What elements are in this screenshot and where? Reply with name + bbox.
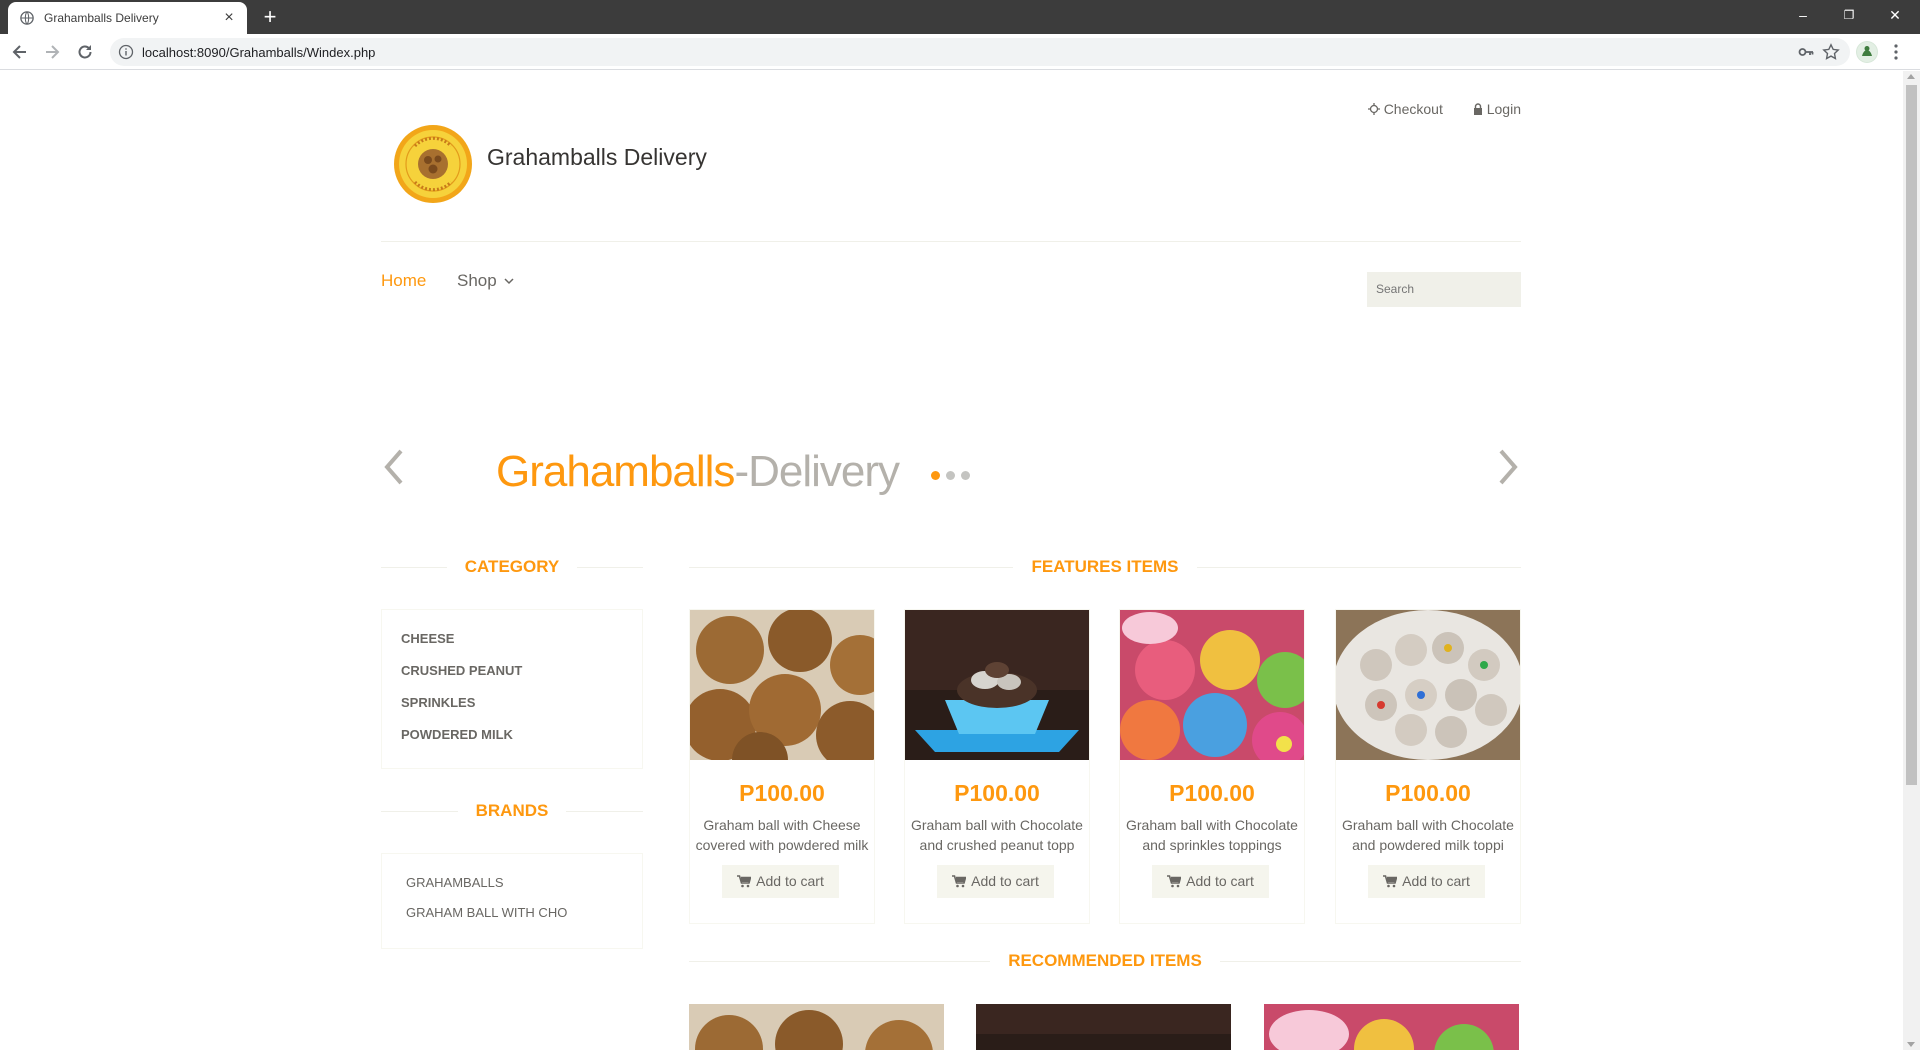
slider-next-icon[interactable] — [1497, 447, 1521, 487]
new-tab-button[interactable]: + — [258, 4, 282, 30]
bookmark-star-icon[interactable] — [1822, 43, 1840, 61]
shopping-cart-icon — [1383, 875, 1398, 888]
chevron-down-icon — [504, 278, 514, 285]
product-name: Graham ball with Chocolate and crushed p… — [911, 817, 1083, 853]
tab-close-icon[interactable]: × — [219, 8, 239, 28]
brands-heading: BRANDS — [381, 801, 643, 821]
slider-indicators — [931, 467, 976, 485]
site-logo[interactable] — [393, 124, 473, 204]
recommended-heading-text: RECOMMENDED ITEMS — [990, 951, 1220, 970]
add-to-cart-label: Add to cart — [1402, 873, 1470, 889]
recommended-heading: RECOMMENDED ITEMS — [689, 951, 1521, 971]
product-image[interactable] — [690, 610, 874, 760]
product-name: Graham ball with Chocolate and powdered … — [1342, 817, 1514, 853]
product-image[interactable] — [905, 610, 1089, 760]
category-item[interactable]: SPRINKLES — [401, 695, 475, 710]
category-heading: CATEGORY — [381, 557, 643, 577]
browser-tab[interactable]: Grahamballs Delivery × — [8, 2, 247, 34]
add-to-cart-label: Add to cart — [971, 873, 1039, 889]
product-card: P100.00 Graham ball with Chocolate and s… — [1119, 609, 1305, 924]
nav-shop-label: Shop — [457, 271, 497, 290]
crosshairs-icon — [1367, 103, 1380, 115]
product-name: Graham ball with Cheese covered with pow… — [695, 817, 869, 853]
nav-shop-dropdown[interactable]: Shop — [457, 271, 514, 291]
reload-icon[interactable] — [75, 42, 95, 62]
features-heading-text: FEATURES ITEMS — [1013, 557, 1197, 576]
brand-item[interactable]: GRAHAMBALLS — [406, 875, 504, 890]
profile-icon — [1857, 42, 1877, 62]
lock-icon — [1473, 103, 1482, 115]
page-container: Checkout Login Grahamballs Delivery Home… — [381, 71, 1521, 1050]
slider-headline: Grahamballs-Delivery — [496, 447, 900, 497]
search-input[interactable] — [1367, 272, 1521, 307]
minimize-button[interactable]: – — [1780, 0, 1826, 30]
browser-tab-strip: Grahamballs Delivery × + – ❐ ✕ — [0, 0, 1920, 34]
checkout-label: Checkout — [1383, 101, 1443, 117]
info-icon[interactable] — [118, 44, 134, 60]
restore-button[interactable]: ❐ — [1826, 0, 1872, 30]
add-to-cart-label: Add to cart — [1186, 873, 1254, 889]
forward-arrow-icon[interactable] — [42, 42, 62, 62]
product-card: P100.00 Graham ball with Chocolate and c… — [904, 609, 1090, 924]
product-price: P100.00 — [739, 780, 825, 806]
recommended-product-image[interactable] — [1264, 1004, 1519, 1050]
scrollbar-thumb[interactable] — [1906, 85, 1917, 785]
page-viewport: Checkout Login Grahamballs Delivery Home… — [0, 71, 1903, 1050]
browser-toolbar: localhost:8090/Grahamballs/Windex.php — [0, 34, 1920, 70]
page-scrollbar[interactable] — [1903, 71, 1920, 1050]
brand-item[interactable]: GRAHAM BALL WITH CHO — [406, 905, 567, 920]
shopping-cart-icon — [737, 875, 752, 888]
browser-menu-icon[interactable] — [1892, 42, 1900, 62]
back-arrow-icon[interactable] — [10, 42, 30, 62]
product-card: P100.00 Graham ball with Cheese covered … — [689, 609, 875, 924]
shopping-cart-icon — [952, 875, 967, 888]
product-price: P100.00 — [1385, 780, 1471, 806]
tab-title: Grahamballs Delivery — [44, 11, 159, 25]
slider-dot-1[interactable] — [931, 471, 940, 480]
add-to-cart-button[interactable]: Add to cart — [1152, 865, 1269, 898]
slider-dot-3[interactable] — [961, 471, 970, 480]
url-text[interactable]: localhost:8090/Grahamballs/Windex.php — [142, 45, 375, 60]
checkout-link[interactable]: Checkout — [1367, 101, 1447, 117]
address-bar[interactable]: localhost:8090/Grahamballs/Windex.php — [110, 38, 1850, 66]
category-panel: CHEESE CRUSHED PEANUT SPRINKLES POWDERED… — [381, 609, 643, 769]
category-heading-text: CATEGORY — [446, 557, 578, 576]
nav-home-link[interactable]: Home — [381, 271, 426, 291]
product-price: P100.00 — [954, 780, 1040, 806]
add-to-cart-button[interactable]: Add to cart — [937, 865, 1054, 898]
globe-icon — [20, 11, 34, 25]
category-item[interactable]: CRUSHED PEANUT — [401, 663, 522, 678]
slider-prev-icon[interactable] — [381, 447, 405, 487]
site-title[interactable]: Grahamballs Delivery — [487, 144, 707, 171]
add-to-cart-button[interactable]: Add to cart — [722, 865, 839, 898]
header-links: Checkout Login — [1342, 101, 1521, 117]
window-close-button[interactable]: ✕ — [1872, 0, 1918, 30]
product-card: P100.00 Graham ball with Chocolate and p… — [1335, 609, 1521, 924]
product-image[interactable] — [1336, 610, 1520, 760]
add-to-cart-label: Add to cart — [756, 873, 824, 889]
slider-headline-part2: -Delivery — [734, 447, 900, 496]
brands-heading-text: BRANDS — [457, 801, 567, 820]
scroll-up-icon[interactable] — [1907, 74, 1915, 79]
shopping-cart-icon — [1167, 875, 1182, 888]
slider-dot-2[interactable] — [946, 471, 955, 480]
key-icon[interactable] — [1798, 44, 1814, 60]
category-item[interactable]: CHEESE — [401, 631, 454, 646]
login-label: Login — [1486, 101, 1521, 117]
product-image[interactable] — [1120, 610, 1304, 760]
product-name: Graham ball with Chocolate and sprinkles… — [1126, 817, 1298, 853]
recommended-product-image[interactable] — [976, 1004, 1231, 1050]
add-to-cart-button[interactable]: Add to cart — [1368, 865, 1485, 898]
recommended-product-image[interactable] — [689, 1004, 944, 1050]
slider-headline-part1: Grahamballs — [496, 447, 735, 496]
category-item[interactable]: POWDERED MILK — [401, 727, 513, 742]
login-link[interactable]: Login — [1473, 101, 1521, 117]
scroll-down-icon[interactable] — [1907, 1042, 1915, 1047]
header-divider — [381, 241, 1521, 242]
product-price: P100.00 — [1169, 780, 1255, 806]
brands-panel: GRAHAMBALLS GRAHAM BALL WITH CHO — [381, 853, 643, 949]
features-heading: FEATURES ITEMS — [689, 557, 1521, 577]
profile-avatar[interactable] — [1856, 41, 1878, 63]
